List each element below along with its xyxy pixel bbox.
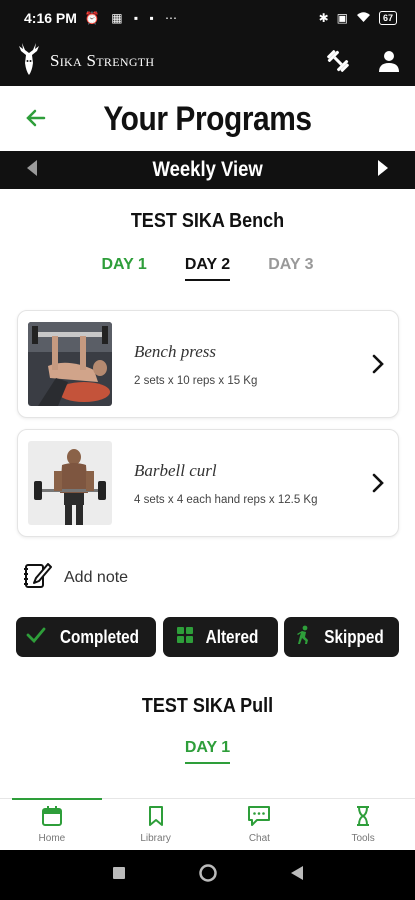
day-tabs: DAY 1 DAY 2 DAY 3 [0, 256, 415, 281]
completed-button[interactable]: Completed [16, 617, 156, 657]
home-circle-icon[interactable] [198, 863, 218, 888]
skipped-label: Skipped [324, 626, 384, 647]
tab-day-1[interactable]: DAY 1 [184, 739, 231, 764]
program-title: TEST SIKA Pull [141, 695, 274, 717]
tab-day-2[interactable]: DAY 2 [184, 256, 231, 281]
tab-day-3[interactable]: DAY 3 [268, 256, 313, 281]
barbell-curl-thumbnail [28, 441, 112, 525]
bookmark-icon [147, 805, 165, 830]
tab-day-1[interactable]: DAY 1 [101, 256, 146, 281]
nav-library[interactable]: Library [104, 799, 208, 850]
nav-tools[interactable]: Tools [311, 799, 415, 850]
chevron-right-icon[interactable] [358, 473, 398, 493]
previous-week-icon[interactable] [26, 159, 38, 182]
status-buttons: Completed Altered Skipped [16, 617, 399, 657]
chevron-right-icon[interactable] [358, 354, 398, 374]
exercise-detail: 2 sets x 10 reps x 15 Kg [134, 374, 258, 387]
nav-tools-label: Tools [351, 833, 375, 844]
page-title: Your Programs [103, 99, 312, 138]
exercise-detail: 4 sets x 4 each hand reps x 12.5 Kg [134, 493, 318, 506]
status-right: ✱ ▣ 67 [319, 11, 397, 26]
sim-icon: ▣ [336, 11, 348, 25]
bluetooth-icon: ✱ [318, 11, 329, 25]
status-bar: 4:16 PM ⏰ ▦ ▪ ▪ ⋯ ✱ ▣ 67 [0, 0, 415, 36]
altered-label: Altered [206, 626, 259, 647]
exercise-card-bench-press[interactable]: Bench press 2 sets x 10 reps x 15 Kg [17, 310, 399, 418]
completed-label: Completed [59, 626, 140, 647]
dumbbell-icon[interactable] [325, 48, 351, 74]
wifi-icon [356, 11, 371, 26]
nav-chat-label: Chat [248, 833, 270, 844]
add-note-label: Add note [64, 568, 129, 586]
profile-icon[interactable] [377, 49, 401, 73]
back-triangle-icon[interactable] [290, 865, 304, 886]
nav-library-label: Library [140, 833, 171, 844]
grid-icon [176, 626, 194, 649]
calendar-icon [41, 805, 63, 830]
note-pencil-icon [22, 560, 52, 595]
chat-icon [247, 805, 271, 830]
nav-chat[interactable]: Chat [208, 799, 312, 850]
day-tabs: DAY 1 [0, 739, 415, 764]
exercise-name: Barbell curl [134, 460, 217, 480]
nav-home[interactable]: Home [0, 798, 104, 850]
brand: Sika Strength [14, 41, 154, 82]
system-nav-bar [0, 850, 415, 900]
altered-button[interactable]: Altered [162, 617, 278, 657]
program-title: TEST SIKA Bench [130, 210, 285, 232]
deer-logo-icon [14, 41, 44, 82]
running-person-icon [294, 625, 312, 650]
skipped-button[interactable]: Skipped [284, 617, 399, 657]
recents-icon[interactable] [112, 866, 126, 885]
weekly-view-label: Weekly View [152, 158, 263, 181]
battery-icon: 67 [378, 11, 397, 25]
next-week-icon[interactable] [377, 159, 389, 182]
brand-name: Sika Strength [50, 51, 155, 70]
add-note-button[interactable]: Add note [22, 560, 128, 595]
exercise-card-barbell-curl[interactable]: Barbell curl 4 sets x 4 each hand reps x… [17, 429, 399, 537]
weekly-view-bar: Weekly View [0, 151, 415, 189]
bottom-nav: Home Library Chat Tools [0, 798, 415, 850]
notification-icons: ⏰ ▦ ▪ ▪ ⋯ [84, 11, 182, 25]
hourglass-icon [354, 805, 372, 830]
title-row: Your Programs [0, 88, 415, 150]
status-time: 4:16 PM [24, 10, 77, 26]
exercise-name: Bench press [134, 341, 216, 361]
nav-home-label: Home [38, 833, 66, 844]
app-bar: Sika Strength [0, 36, 415, 86]
bench-press-thumbnail [28, 322, 112, 406]
checkmark-icon [26, 627, 46, 648]
